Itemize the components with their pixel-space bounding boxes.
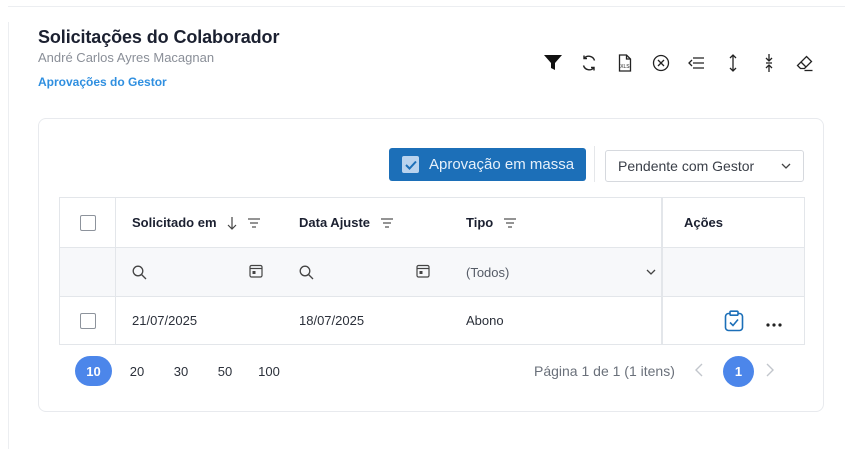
header-select-cell [60,198,116,247]
column-label: Data Ajuste [299,215,371,230]
page-size-option[interactable]: 50 [203,356,247,386]
cell-solicitado-em: 21/07/2025 [116,297,283,344]
toolbar-separator [594,146,595,182]
collapse-vertical-button[interactable] [751,50,787,76]
clipboard-check-icon [724,309,743,331]
column-menu-icon[interactable] [380,217,394,228]
chevron-right-icon[interactable] [765,362,775,383]
mass-approval-button[interactable]: Aprovação em massa [389,148,586,181]
column-header-acoes: Ações [663,198,804,247]
mass-approval-label: Aprovação em massa [429,156,575,173]
filter-solicitado-em[interactable] [116,248,283,296]
refresh-icon [582,55,596,71]
cell-value: 18/07/2025 [299,313,365,328]
eraser-button[interactable] [787,50,823,76]
expand-vertical-button[interactable] [715,50,751,76]
page-size-selector: 10 20 30 50 100 [75,356,291,386]
sort-desc-icon[interactable] [227,216,237,230]
filter-icon [544,55,562,70]
svg-text:XLS: XLS [620,64,630,70]
collapse-left-button[interactable] [679,50,715,76]
requests-card: Aprovação em massa Pendente com Gestor S… [38,118,824,412]
table-row: 21/07/2025 18/07/2025 Abono [60,296,804,344]
eraser-icon [796,55,813,72]
page-size-option[interactable]: 10 [75,356,112,386]
toolbar: XLS [535,50,823,76]
column-header-solicitado-em[interactable]: Solicitado em [116,198,283,247]
checkbox-icon [402,156,419,173]
filter-acoes [663,248,804,296]
row-checkbox[interactable] [79,312,96,329]
export-xls-icon: XLS [618,54,632,72]
tipo-filter-value: (Todos) [466,264,510,280]
status-filter-value: Pendente com Gestor [618,158,755,174]
requests-table: Solicitado em Data Ajuste Tipo Ações (To… [59,197,805,345]
page-size-option[interactable]: 30 [159,356,203,386]
employee-name: André Carlos Ayres Macagnan [38,50,215,65]
row-select-cell [60,297,116,344]
table-header-row: Solicitado em Data Ajuste Tipo Ações [60,198,804,247]
tipo-filter-select[interactable]: (Todos) [466,265,656,280]
cell-tipo: Abono [450,297,663,344]
column-header-data-ajuste[interactable]: Data Ajuste [283,198,450,247]
collapse-vertical-icon [765,54,773,72]
top-divider [8,6,845,7]
left-divider [8,22,9,449]
chevron-left-icon[interactable] [694,362,704,383]
calendar-icon[interactable] [416,264,430,283]
cell-data-ajuste: 18/07/2025 [283,297,450,344]
export-xls-button[interactable]: XLS [607,50,643,76]
filter-tipo[interactable]: (Todos) [450,248,663,296]
page-size-option[interactable]: 100 [247,356,291,386]
column-header-tipo[interactable]: Tipo [450,198,663,247]
collapse-left-icon [688,57,704,69]
refresh-button[interactable] [571,50,607,76]
column-label: Solicitado em [132,215,217,230]
table-filter-row: (Todos) [60,247,804,296]
clear-button[interactable] [643,50,679,76]
page-title: Solicitações do Colaborador [38,27,280,47]
expand-vertical-icon [729,54,737,72]
approve-button[interactable] [722,309,746,333]
filter-button[interactable] [535,50,571,76]
search-icon[interactable] [299,265,314,280]
more-options-icon[interactable] [766,314,782,332]
clear-circle-icon [652,54,670,72]
chevron-down-icon [646,269,656,275]
cell-value: 21/07/2025 [132,313,198,328]
filter-data-ajuste[interactable] [283,248,450,296]
column-label: Ações [684,215,724,230]
calendar-icon[interactable] [249,264,263,283]
search-icon[interactable] [132,265,147,280]
page-number-button[interactable]: 1 [723,356,754,387]
column-menu-icon[interactable] [247,217,261,228]
filter-select-cell [60,248,116,296]
breadcrumb-link-aprovacoes[interactable]: Aprovações do Gestor [38,75,167,89]
page-size-option[interactable]: 20 [115,356,159,386]
column-menu-icon[interactable] [503,217,517,228]
select-all-checkbox[interactable] [79,214,96,231]
pagination-info: Página 1 de 1 (1 itens) [534,363,675,379]
cell-acoes [663,297,804,344]
status-filter-select[interactable]: Pendente com Gestor [605,150,804,182]
cell-value: Abono [466,313,504,328]
column-label: Tipo [466,215,494,230]
chevron-down-icon [781,163,791,169]
